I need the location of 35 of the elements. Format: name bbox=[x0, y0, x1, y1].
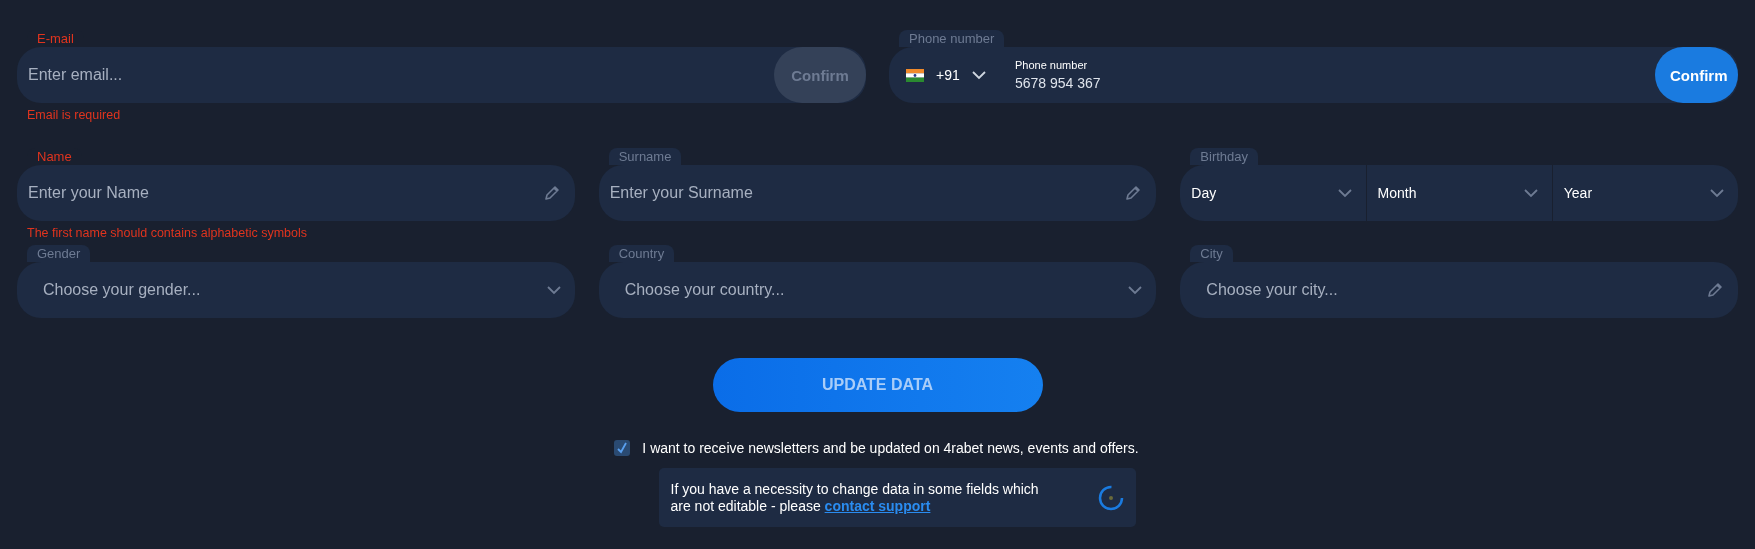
chevron-icon bbox=[1337, 188, 1352, 198]
checkbox[interactable] bbox=[614, 440, 631, 456]
timer-icon bbox=[1097, 484, 1124, 511]
error-message: Email is required bbox=[27, 108, 122, 123]
confirm-button[interactable]: Confirm bbox=[1655, 47, 1738, 103]
field-label: City bbox=[1190, 245, 1233, 262]
field-label: Country bbox=[608, 245, 675, 262]
chevron-icon bbox=[1710, 188, 1724, 198]
chevron-icon bbox=[1523, 188, 1538, 198]
pencil-icon bbox=[542, 184, 561, 202]
newsletter-label: I want to receive newsletters and be updated on 4rabet news, events and offers. bbox=[642, 440, 1139, 456]
pencil-icon bbox=[1124, 184, 1143, 202]
flag-icon bbox=[906, 68, 924, 82]
field-label: Birthday bbox=[1190, 148, 1259, 165]
phone-inner-label: Phone number bbox=[1015, 59, 1089, 71]
dropdown[interactable]: Choose your country... bbox=[598, 262, 1157, 318]
error-message: The first name should contains alphabetic symbols bbox=[27, 226, 308, 241]
contact-support-link[interactable]: contact support bbox=[824, 497, 931, 514]
chevron-icon bbox=[1128, 285, 1143, 295]
field-label: Gender bbox=[27, 245, 91, 262]
phone-input[interactable]: 5678 954 367 bbox=[1015, 75, 1315, 91]
chevron-icon bbox=[546, 285, 561, 295]
pencil-icon bbox=[1706, 281, 1724, 299]
chevron-icon bbox=[971, 70, 986, 80]
text-field[interactable]: Enter your Surname bbox=[598, 165, 1157, 221]
country-code-select[interactable]: +91 bbox=[889, 47, 1006, 103]
field-label: Phone number bbox=[899, 30, 1005, 47]
date-dropdown[interactable]: Year bbox=[1552, 165, 1738, 221]
notice-text: If you have a necessity to change data in some fields which are not editable - please contact support bbox=[670, 480, 1040, 515]
field-label: Surname bbox=[608, 148, 682, 165]
date-dropdown[interactable]: Day bbox=[1180, 165, 1367, 221]
dropdown[interactable]: Choose your gender... bbox=[17, 262, 575, 318]
text-field[interactable]: Choose your city... bbox=[1180, 262, 1738, 318]
text-field[interactable]: Enter your Name bbox=[17, 165, 575, 221]
date-dropdown[interactable]: Month bbox=[1366, 165, 1553, 221]
